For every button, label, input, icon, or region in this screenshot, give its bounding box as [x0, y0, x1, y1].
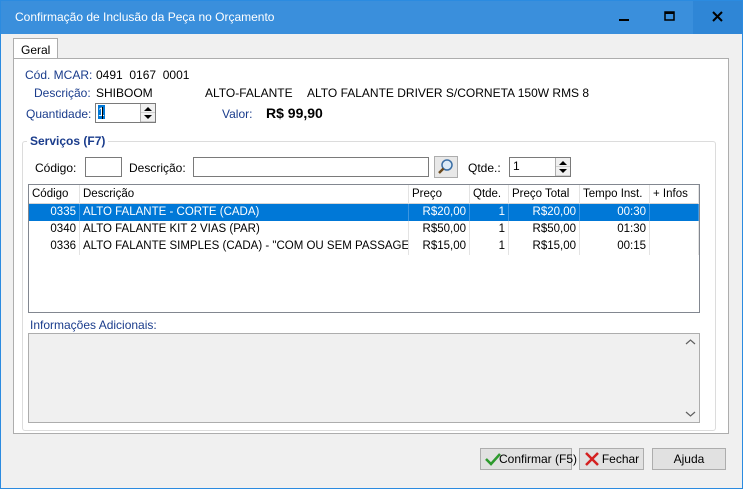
scroll-up-icon[interactable] [682, 336, 699, 348]
servico-codigo-input[interactable] [85, 157, 122, 177]
close-red-icon [585, 452, 599, 466]
row-qtde: 1 [470, 221, 509, 238]
cod-mcar-value: 0491 0167 0001 [96, 68, 190, 82]
row-tempo-inst: 00:15 [580, 238, 650, 255]
row-descricao: ALTO FALANTE KIT 2 VIAS (PAR) [80, 221, 409, 238]
info-adicionais-label: Informações Adicionais: [30, 318, 157, 332]
minimize-icon [619, 19, 629, 21]
servico-descricao-label: Descrição: [129, 161, 186, 175]
fechar-label: Fechar [601, 452, 640, 466]
cod-mcar-label: Cód. MCAR: [25, 68, 93, 82]
title-bar[interactable]: Confirmação de Inclusão da Peça no Orçam… [1, 1, 742, 34]
tab-geral[interactable]: Geral [13, 38, 58, 59]
row-infos[interactable] [650, 221, 699, 238]
row-preco: R$20,00 [409, 204, 470, 221]
row-preco: R$15,00 [409, 238, 470, 255]
row-codigo: 0335 [29, 204, 80, 221]
fechar-button[interactable]: Fechar [579, 448, 644, 470]
quantidade-label: Quantidade: [26, 107, 92, 121]
spin-down-icon[interactable] [556, 167, 570, 176]
quantidade-stepper[interactable]: 1 [95, 103, 156, 123]
spin-up-icon[interactable] [556, 158, 570, 167]
close-icon [712, 11, 723, 22]
row-infos[interactable] [650, 204, 699, 221]
row-tempo-inst: 01:30 [580, 221, 650, 238]
services-grid[interactable]: Código Descrição Preço Qtde. Preço Total… [28, 184, 700, 313]
column-header-codigo[interactable]: Código [29, 185, 80, 204]
category-value: ALTO-FALANTE [205, 86, 293, 100]
confirmar-button[interactable]: Confirmar (F5) [480, 448, 577, 470]
check-icon [485, 453, 501, 466]
row-preco-total: R$20,00 [509, 204, 580, 221]
column-header-preco-total[interactable]: Preço Total [509, 185, 580, 204]
maximize-button[interactable] [647, 1, 693, 34]
row-preco-total: R$15,00 [509, 238, 580, 255]
column-header-infos[interactable]: + Infos [650, 185, 699, 204]
info-adicionais-textarea[interactable] [28, 333, 700, 423]
row-qtde: 1 [470, 204, 509, 221]
column-header-preco[interactable]: Preço [409, 185, 470, 204]
quantidade-spin[interactable] [140, 104, 155, 122]
row-codigo: 0340 [29, 221, 80, 238]
servico-qtde-label: Qtde.: [468, 161, 501, 175]
valor-label: Valor: [222, 107, 253, 121]
column-header-tempo-inst[interactable]: Tempo Inst. [580, 185, 650, 204]
servico-descricao-input[interactable] [193, 157, 429, 177]
row-preco: R$50,00 [409, 221, 470, 238]
servico-codigo-label: Código: [35, 161, 77, 175]
row-codigo: 0336 [29, 238, 80, 255]
window-title: Confirmação de Inclusão da Peça no Orçam… [15, 10, 275, 24]
spin-down-icon[interactable] [141, 113, 155, 122]
servico-qtde-stepper[interactable]: 1 [509, 157, 571, 177]
row-descricao: ALTO FALANTE - CORTE (CADA) [80, 204, 409, 221]
row-descricao: ALTO FALANTE SIMPLES (CADA) - "COM OU SE… [80, 238, 409, 255]
part-description-value: ALTO FALANTE DRIVER S/CORNETA 150W RMS 8 [307, 86, 590, 100]
spin-up-icon[interactable] [141, 104, 155, 113]
column-header-descricao[interactable]: Descrição [80, 185, 409, 204]
ajuda-button[interactable]: Ajuda [652, 448, 726, 470]
table-row[interactable]: 0336 ALTO FALANTE SIMPLES (CADA) - "COM … [29, 238, 699, 255]
info-scrollbar[interactable] [682, 334, 699, 422]
brand-value: SHIBOOM [96, 86, 153, 100]
services-group-title: Serviços (F7) [27, 134, 109, 148]
grid-header: Código Descrição Preço Qtde. Preço Total… [29, 185, 699, 204]
row-tempo-inst: 00:30 [580, 204, 650, 221]
search-button[interactable] [434, 156, 458, 178]
row-infos[interactable] [650, 238, 699, 255]
servico-qtde-spin[interactable] [555, 158, 570, 176]
close-window-button[interactable] [693, 1, 742, 34]
column-header-qtde[interactable]: Qtde. [470, 185, 509, 204]
servico-qtde-value: 1 [513, 159, 520, 173]
search-icon [438, 159, 453, 174]
descricao-label: Descrição: [34, 86, 91, 100]
minimize-button[interactable] [601, 1, 647, 34]
table-row[interactable]: 0340 ALTO FALANTE KIT 2 VIAS (PAR) R$50,… [29, 221, 699, 238]
table-row[interactable]: 0335 ALTO FALANTE - CORTE (CADA) R$20,00… [29, 204, 699, 221]
row-qtde: 1 [470, 238, 509, 255]
confirmar-label: Confirmar (F5) [499, 452, 578, 466]
scroll-down-icon[interactable] [682, 408, 699, 420]
valor-value: R$ 99,90 [266, 105, 323, 121]
dialog-window: Confirmação de Inclusão da Peça no Orçam… [0, 0, 743, 489]
row-preco-total: R$50,00 [509, 221, 580, 238]
maximize-icon [664, 11, 675, 21]
